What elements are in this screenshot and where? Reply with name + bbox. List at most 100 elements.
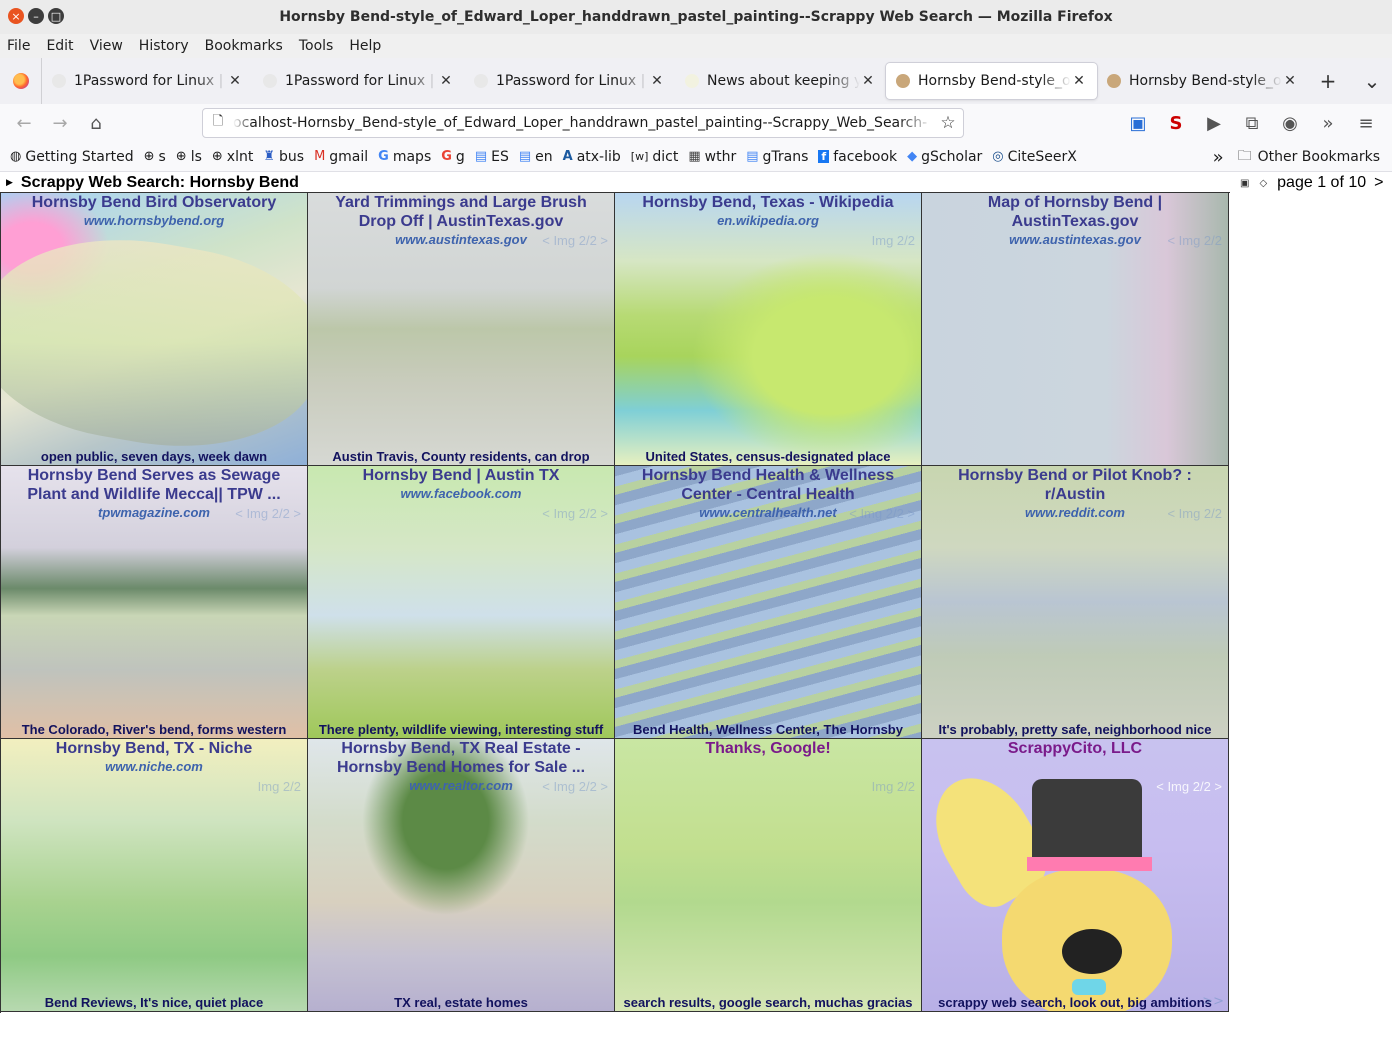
image-nav-label[interactable]: Img 2/2	[872, 233, 915, 248]
result-card[interactable]: Hornsby Bend or Pilot Knob? : r/Austin w…	[922, 466, 1229, 739]
bookmark-getting-started[interactable]: ◍ Getting Started	[10, 149, 134, 165]
result-card[interactable]: ScrappyCito, LLC < Img 2/2 > scrappy web…	[922, 739, 1229, 1012]
bookmark-xlnt[interactable]: ⊕ xlnt	[212, 149, 253, 165]
tab-hornsby[interactable]: Hornsby Bend-style_of ✕	[1097, 63, 1308, 99]
bookmark-citeseerx[interactable]: ◎ CiteSeerX	[992, 149, 1077, 165]
tab-close-icon[interactable]: ✕	[1282, 73, 1298, 89]
bookmark-ls[interactable]: ⊕ ls	[176, 149, 202, 165]
tab-1password-3[interactable]: 1Password for Linux | 1 ✕	[464, 63, 675, 99]
tab-close-icon[interactable]: ✕	[1071, 73, 1087, 89]
image-nav-label[interactable]: < Img 2/2 >	[542, 506, 608, 521]
home-button[interactable]: ⌂	[78, 107, 114, 139]
bookmark-s[interactable]: ⊕ s	[144, 149, 166, 165]
next-page-link[interactable]: >	[1374, 174, 1383, 192]
url-bar[interactable]: 🗋 ocalhost-Hornsby_Bend-style_of_Edward_…	[202, 108, 964, 138]
result-site-link[interactable]: www.niche.com	[13, 758, 295, 775]
tab-close-icon[interactable]: ✕	[227, 73, 243, 89]
menu-history[interactable]: History	[139, 38, 205, 54]
image-nav-label[interactable]: < Img 2/2 >	[1156, 779, 1222, 794]
page-header: ▶ Scrappy Web Search: Hornsby Bend	[0, 173, 299, 193]
overflow-menu-icon[interactable]: »	[1310, 107, 1346, 139]
app-menu-icon[interactable]: ≡	[1348, 107, 1384, 139]
tab-close-icon[interactable]: ✕	[438, 73, 454, 89]
tab-close-icon[interactable]: ✕	[860, 73, 876, 89]
more-bookmarks-chevron-icon[interactable]: »	[1213, 147, 1224, 168]
menu-file[interactable]: File	[7, 38, 46, 54]
bookmark-en[interactable]: ▤ en	[519, 149, 553, 165]
bookmark-gtrans[interactable]: ▤ gTrans	[746, 149, 808, 165]
result-site-link[interactable]: www.hornsbybend.org	[13, 212, 295, 229]
bookmark-es[interactable]: ▤ ES	[475, 149, 509, 165]
media-extension-icon[interactable]: ▶	[1196, 107, 1232, 139]
result-site-link[interactable]: www.facebook.com	[320, 485, 602, 502]
window-minimize-button[interactable]: –	[28, 8, 44, 24]
scrappy-extension-icon[interactable]: S	[1158, 107, 1194, 139]
image-nav-label[interactable]: < Img 2/2	[1167, 233, 1222, 248]
result-card[interactable]: Hornsby Bend Health & Wellness Center - …	[615, 466, 922, 739]
result-card[interactable]: Hornsby Bend, TX Real Estate - Hornsby B…	[308, 739, 615, 1012]
tab-news[interactable]: News about keeping yo ✕	[675, 63, 886, 99]
extensions-icon[interactable]: ⧉	[1234, 107, 1270, 139]
bookmark-g[interactable]: Gg	[441, 149, 465, 165]
new-tab-button[interactable]: +	[1308, 63, 1348, 99]
menu-bookmarks[interactable]: Bookmarks	[205, 38, 299, 54]
image-nav-label[interactable]: < Img 2/2 >	[849, 506, 915, 521]
bookmark-gscholar[interactable]: ◆ gScholar	[907, 149, 982, 165]
tab-strip: 1Password for Linux | 1 ✕ 1Password for …	[0, 58, 1392, 104]
scrappycito-link[interactable]: ScrappyCito, LLC	[934, 739, 1216, 758]
thanks-google-link[interactable]: Thanks, Google!	[627, 739, 909, 758]
bookmark-atx-lib[interactable]: Aatx-lib	[563, 149, 621, 165]
back-button[interactable]: ←	[6, 107, 42, 139]
text-view-icon[interactable]: ◇	[1259, 178, 1267, 189]
other-bookmarks-folder[interactable]: Other Bookmarks	[1258, 149, 1380, 165]
url-input[interactable]: ocalhost-Hornsby_Bend-style_of_Edward_Lo…	[233, 115, 933, 131]
menu-edit[interactable]: Edit	[46, 38, 89, 54]
forward-button[interactable]: →	[42, 107, 78, 139]
image-nav-label[interactable]: < Img 2/2 >	[542, 233, 608, 248]
result-card[interactable]: Hornsby Bend, Texas - Wikipedia en.wikip…	[615, 193, 922, 466]
menu-help[interactable]: Help	[349, 38, 397, 54]
result-title-link[interactable]: Hornsby Bend, Texas - Wikipedia en.wikip…	[627, 193, 909, 229]
result-keywords: It's probably, pretty safe, neighborhood…	[938, 722, 1212, 737]
tab-1password-2[interactable]: 1Password for Linux | 1 ✕	[253, 63, 464, 99]
image-nav-label[interactable]: < Img 2/2 >	[542, 779, 608, 794]
save-page-icon[interactable]: ▣	[1120, 107, 1156, 139]
bookmark-dict[interactable]: [w] dict	[631, 149, 679, 165]
result-card[interactable]: Hornsby Bend Bird Observatory www.hornsb…	[1, 193, 308, 466]
menu-tools[interactable]: Tools	[299, 38, 350, 54]
image-view-icon[interactable]: ▣	[1240, 178, 1249, 189]
image-nav-label[interactable]: < Img 2/2	[1167, 506, 1222, 521]
1password-extension-icon[interactable]: ◉	[1272, 107, 1308, 139]
bookmark-wthr[interactable]: ▦ wthr	[688, 149, 736, 165]
bookmark-gmail[interactable]: Mgmail	[314, 149, 368, 165]
result-card[interactable]: Thanks, Google! Img 2/2 search results, …	[615, 739, 922, 1012]
bookmark-star-icon[interactable]: ☆	[933, 113, 963, 133]
tab-hornsby-active[interactable]: Hornsby Bend-style_of ✕	[886, 63, 1097, 99]
result-card[interactable]: Map of Hornsby Bend | AustinTexas.gov ww…	[922, 193, 1229, 466]
image-nav-label[interactable]: Img 2/2	[258, 779, 301, 794]
result-title-link[interactable]: Hornsby Bend Bird Observatory www.hornsb…	[13, 193, 295, 229]
tab-1password-1[interactable]: 1Password for Linux | 1 ✕	[42, 63, 253, 99]
bookmark-bus[interactable]: ♜ bus	[263, 149, 304, 165]
result-image[interactable]	[1, 193, 307, 465]
result-card[interactable]: Hornsby Bend Serves as Sewage Plant and …	[1, 466, 308, 739]
more-results-link[interactable]: >>	[1202, 994, 1224, 1009]
list-all-tabs-button[interactable]: ⌄	[1352, 63, 1392, 99]
menu-view[interactable]: View	[90, 38, 139, 54]
image-nav-label[interactable]: < Img 2/2 >	[235, 506, 301, 521]
window-maximize-button[interactable]: □	[48, 8, 64, 24]
bookmark-facebook[interactable]: f facebook	[818, 149, 897, 165]
result-card[interactable]: Yard Trimmings and Large Brush Drop Off …	[308, 193, 615, 466]
result-title-link[interactable]: Hornsby Bend | Austin TX www.facebook.co…	[320, 466, 602, 502]
result-card[interactable]: Hornsby Bend, TX - Niche www.niche.com I…	[1, 739, 308, 1012]
bookmark-maps[interactable]: Gmaps	[378, 149, 431, 165]
tab-close-icon[interactable]: ✕	[649, 73, 665, 89]
result-title-link[interactable]: Hornsby Bend, TX - Niche www.niche.com	[13, 739, 295, 775]
result-site-link[interactable]: en.wikipedia.org	[627, 212, 909, 229]
firefox-view-button[interactable]	[0, 58, 42, 104]
page-info-icon[interactable]: 🗋	[203, 112, 233, 134]
image-nav-label[interactable]: Img 2/2	[872, 779, 915, 794]
disclosure-triangle-icon[interactable]: ▶	[6, 178, 13, 188]
window-close-button[interactable]: ×	[8, 8, 24, 24]
result-card[interactable]: Hornsby Bend | Austin TX www.facebook.co…	[308, 466, 615, 739]
